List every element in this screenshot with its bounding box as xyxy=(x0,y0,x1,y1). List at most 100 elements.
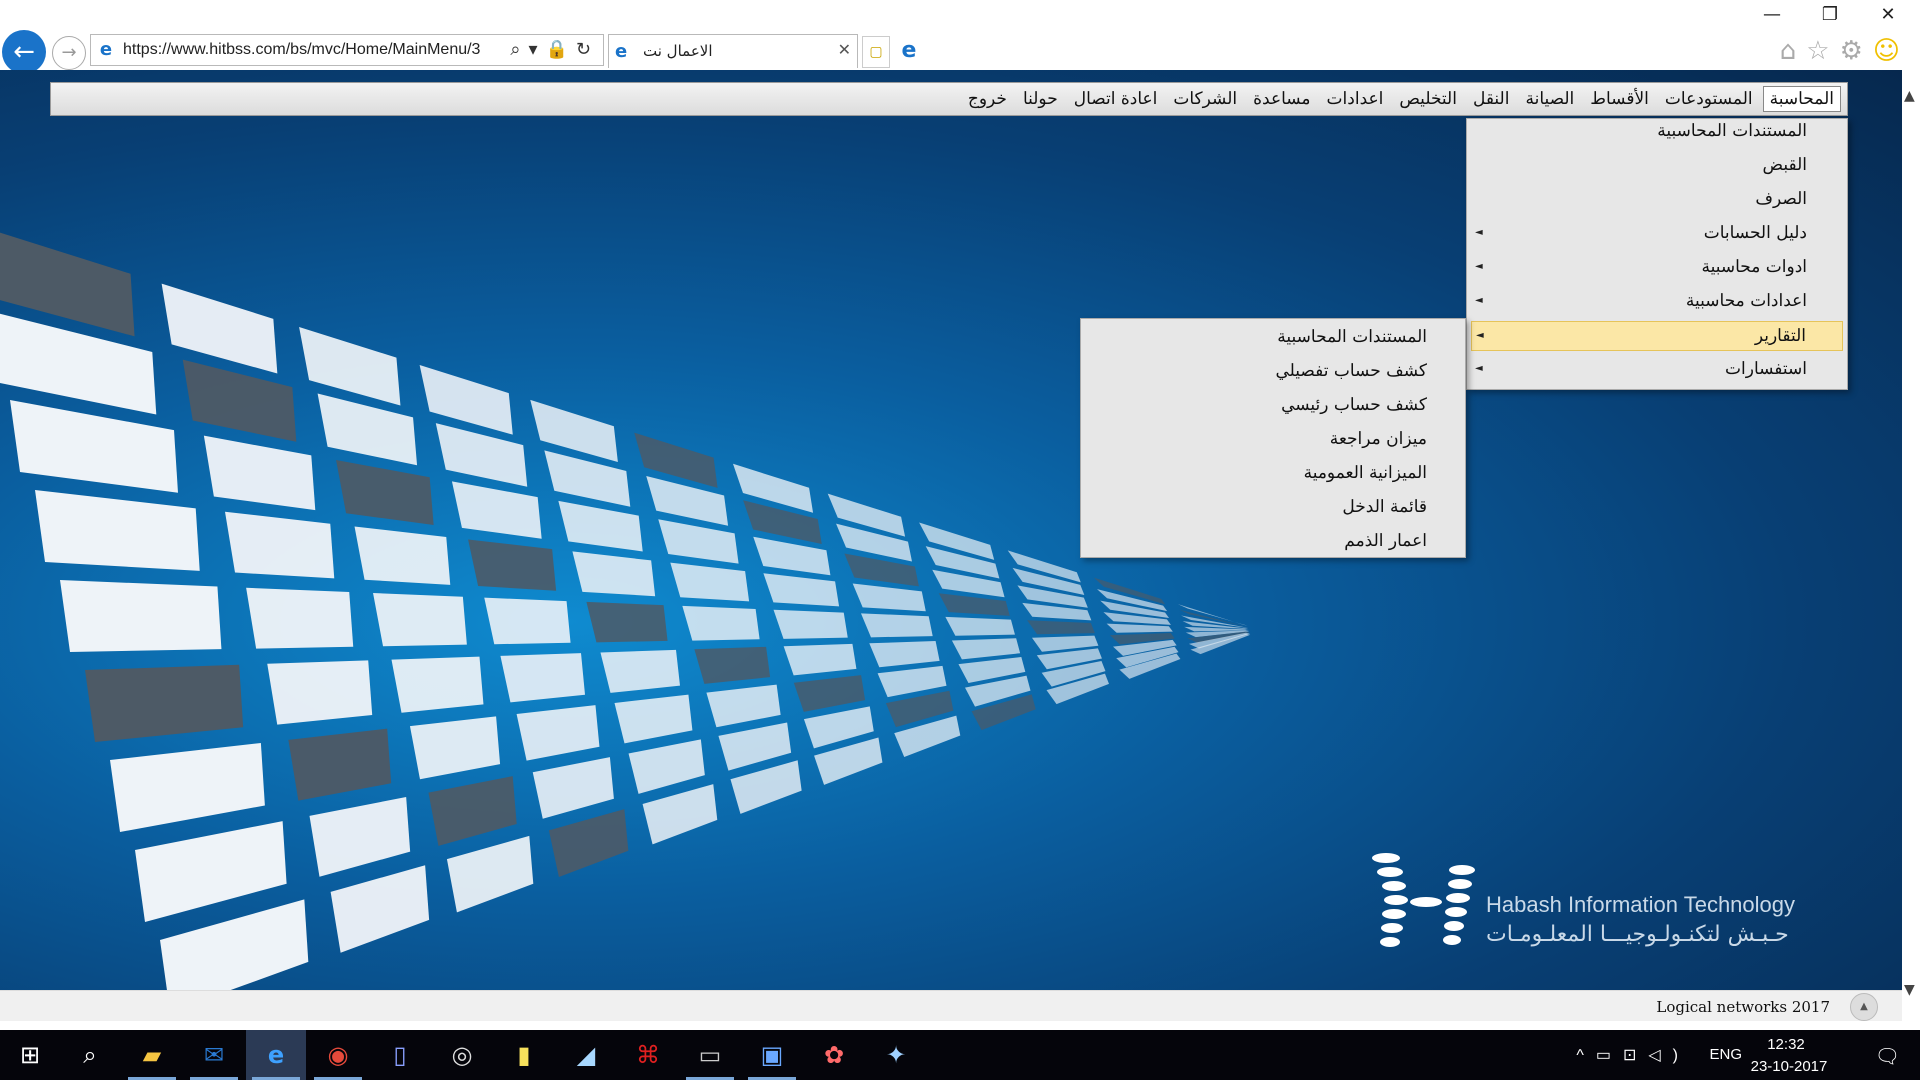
remote-desktop-icon[interactable]: ▣ xyxy=(742,1030,802,1080)
background-tile xyxy=(246,587,354,649)
favorites-star-icon[interactable]: ☆ xyxy=(1806,36,1839,66)
background-tile xyxy=(288,728,392,801)
scroll-top-button[interactable]: ▲ xyxy=(1850,993,1878,1021)
dropdown-item[interactable]: استفسارات ◄ xyxy=(1471,355,1843,385)
volume-icon[interactable]: ◁) xyxy=(1648,1047,1690,1064)
app-icon-1[interactable]: ▯ xyxy=(370,1030,430,1080)
background-tile xyxy=(945,616,1015,636)
background-tile xyxy=(793,675,866,712)
submenu-item[interactable]: الميزانية العمومية xyxy=(1085,459,1461,489)
acrobat-icon[interactable]: ⌘ xyxy=(618,1030,678,1080)
app-icon-3[interactable]: ◢ xyxy=(556,1030,616,1080)
dropdown-item-label: استفسارات xyxy=(1725,359,1807,379)
background-tile xyxy=(10,400,178,493)
dropdown-item[interactable]: الصرف xyxy=(1471,185,1843,215)
background-tile xyxy=(1027,620,1095,635)
address-bar[interactable]: e https://www.hitbss.com/bs/mvc/Home/Mai… xyxy=(90,34,604,66)
scroll-up-icon[interactable]: ▲ xyxy=(1904,88,1915,104)
minimize-icon[interactable]: — xyxy=(1752,4,1792,25)
menubar-item[interactable]: الشركات xyxy=(1167,87,1243,111)
windows-taskbar: ⊞ ⌕ ▰ ✉ e ◉ ▯ ◎ ▮ ◢ ⌘ ▭ ▣ ✿ ✦ ^▭⊡◁) ENG … xyxy=(0,1030,1920,1080)
lock-icon[interactable]: 🔒 xyxy=(545,39,575,60)
app-icon-5[interactable]: ✦ xyxy=(866,1030,926,1080)
network-icon[interactable]: ⊡ xyxy=(1623,1047,1648,1064)
scroll-down-icon[interactable]: ▼ xyxy=(1904,982,1915,998)
feedback-smiley-icon[interactable]: ☺ xyxy=(1873,36,1910,66)
submenu-item[interactable]: كشف حساب رئيسي xyxy=(1085,391,1461,421)
menubar-item[interactable]: النقل xyxy=(1467,87,1516,111)
forward-arrow-icon[interactable]: → xyxy=(52,36,86,70)
background-tile xyxy=(409,716,501,780)
vertical-scrollbar[interactable]: ▲ ▼ xyxy=(1902,70,1920,1020)
background-tile xyxy=(548,809,629,877)
app-icon-2[interactable]: ◎ xyxy=(432,1030,492,1080)
back-arrow-icon[interactable]: ← xyxy=(2,30,46,74)
menubar-item[interactable]: مساعدة xyxy=(1247,87,1316,111)
habash-logo-icon xyxy=(1372,853,1475,947)
menubar-item[interactable]: حولنا xyxy=(1017,87,1064,111)
dropdown-item[interactable]: اعدادات محاسبية ◄ xyxy=(1471,287,1843,317)
close-tab-icon[interactable]: ✕ xyxy=(838,40,851,59)
dropdown-icon[interactable]: ▾ xyxy=(528,39,545,60)
submenu-item[interactable]: ميزان مراجعة xyxy=(1085,425,1461,455)
background-tile xyxy=(783,643,857,676)
sticky-notes-icon[interactable]: ▮ xyxy=(494,1030,554,1080)
menubar-item[interactable]: المستودعات xyxy=(1659,87,1759,111)
background-tile xyxy=(1106,623,1173,633)
browser-chrome: ← → e https://www.hitbss.com/bs/mvc/Home… xyxy=(0,0,1920,74)
submenu-item[interactable]: كشف حساب تفصيلي xyxy=(1085,357,1461,387)
chrome-icon[interactable]: ◉ xyxy=(308,1030,368,1080)
submenu-item-label: كشف حساب رئيسي xyxy=(1281,395,1427,415)
dropdown-item[interactable]: التقارير ◄ xyxy=(1471,321,1843,351)
file-explorer-icon[interactable]: ▰ xyxy=(122,1030,182,1080)
dropdown-item[interactable]: دليل الحسابات ◄ xyxy=(1471,219,1843,249)
close-window-icon[interactable]: ✕ xyxy=(1868,4,1908,25)
restore-icon[interactable]: ❐ xyxy=(1810,4,1850,25)
refresh-icon[interactable]: ↻ xyxy=(576,39,599,60)
dropdown-item[interactable]: ادوات محاسبية ◄ xyxy=(1471,253,1843,283)
language-indicator[interactable]: ENG xyxy=(1709,1046,1742,1063)
edge-icon[interactable]: e xyxy=(894,36,924,66)
chevron-up-icon[interactable]: ^ xyxy=(1576,1047,1596,1064)
menubar-item[interactable]: اعدادات xyxy=(1321,87,1390,111)
settings-gear-icon[interactable]: ⚙ xyxy=(1840,36,1873,66)
browser-tab[interactable]: e الاعمال نت ✕ xyxy=(608,34,858,68)
clock-time[interactable]: 12:32 xyxy=(1746,1036,1826,1053)
submenu-item[interactable]: قائمة الدخل xyxy=(1085,493,1461,523)
footer-text: Logical networks 2017 xyxy=(1656,998,1830,1016)
background-tile xyxy=(718,722,792,771)
outlook-icon[interactable]: ✉ xyxy=(184,1030,244,1080)
address-url[interactable]: https://www.hitbss.com/bs/mvc/Home/MainM… xyxy=(123,41,480,59)
menubar-item[interactable]: خروج xyxy=(962,87,1013,111)
app-icon-4[interactable]: ✿ xyxy=(804,1030,864,1080)
background-tile xyxy=(682,605,760,641)
background-tile xyxy=(938,593,1010,616)
background-tile xyxy=(586,601,668,643)
menubar-item[interactable]: اعادة اتصال xyxy=(1068,87,1164,111)
background-tile xyxy=(135,821,287,922)
search-icon[interactable]: ⌕ xyxy=(510,39,528,60)
menubar-item[interactable]: الصيانة xyxy=(1519,87,1580,111)
dropdown-item[interactable]: القبض xyxy=(1471,151,1843,181)
menubar-item[interactable]: الأقساط xyxy=(1584,87,1655,111)
start-windows-icon[interactable]: ⊞ xyxy=(0,1030,60,1080)
background-tile xyxy=(267,660,373,725)
menubar-item[interactable]: المحاسبة xyxy=(1762,86,1841,112)
clock-date[interactable]: 23-10-2017 xyxy=(1744,1058,1834,1075)
new-tab-icon[interactable]: ▢ xyxy=(862,36,890,68)
background-tile xyxy=(330,865,430,953)
logo-arabic-text: حـبـش لتكنـولـوجيـــا المعلـومـات xyxy=(1486,922,1789,947)
dropdown-item[interactable]: المستندات المحاسبية xyxy=(1471,117,1843,147)
submenu-item[interactable]: المستندات المحاسبية xyxy=(1085,323,1461,353)
submenu-item[interactable]: اعمار الذمم xyxy=(1085,527,1461,557)
background-tile xyxy=(160,899,309,990)
battery-icon[interactable]: ▭ xyxy=(1596,1047,1623,1064)
background-tile xyxy=(532,757,614,819)
internet-explorer-icon[interactable]: e xyxy=(246,1030,306,1080)
terminal-icon[interactable]: ▭ xyxy=(680,1030,740,1080)
submenu-item-label: ميزان مراجعة xyxy=(1329,429,1427,449)
menubar-item[interactable]: التخليص xyxy=(1393,87,1463,111)
notification-icon[interactable]: 🗨 xyxy=(1875,1044,1900,1069)
search-icon[interactable]: ⌕ xyxy=(60,1030,120,1080)
home-icon[interactable]: ⌂ xyxy=(1780,36,1807,66)
